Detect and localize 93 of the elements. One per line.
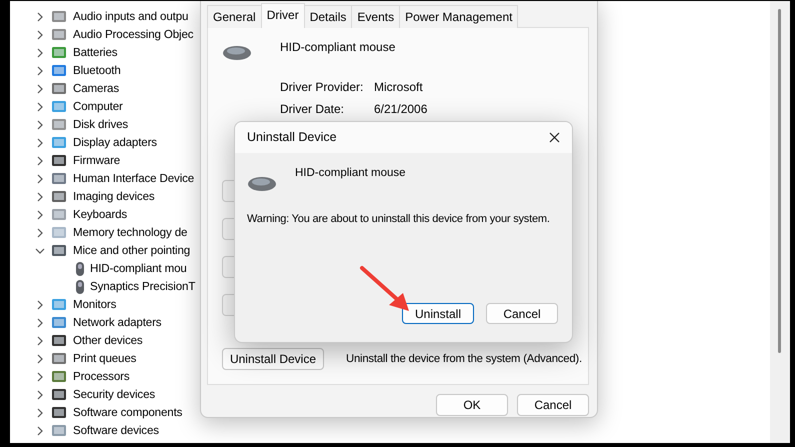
- expand-chevron-icon[interactable]: [35, 120, 45, 130]
- expand-chevron-icon[interactable]: [35, 156, 45, 166]
- tree-item-label[interactable]: Computer: [73, 98, 123, 116]
- tab[interactable]: Details: [304, 5, 352, 28]
- device-category-icon: [50, 135, 68, 151]
- tree-item-label[interactable]: Security devices: [73, 386, 156, 404]
- device-category-icon: [50, 333, 68, 349]
- expand-chevron-icon[interactable]: [35, 300, 45, 310]
- ok-button[interactable]: OK: [436, 394, 508, 416]
- mouse-icon: [75, 261, 85, 277]
- close-icon[interactable]: [549, 132, 560, 143]
- tree-item-label[interactable]: Keyboards: [73, 206, 128, 224]
- tree-item-label[interactable]: Audio Processing Objec: [73, 26, 194, 44]
- dialog-title: Uninstall Device: [247, 129, 337, 146]
- tree-item-label[interactable]: Audio inputs and outpu: [73, 8, 188, 26]
- tree-item-label[interactable]: Imaging devices: [73, 188, 155, 206]
- device-category-icon: [50, 423, 68, 439]
- expand-chevron-icon[interactable]: [35, 12, 45, 22]
- device-category-icon: [50, 45, 68, 61]
- expand-chevron-icon[interactable]: [35, 228, 45, 238]
- mouse-icon: [222, 44, 252, 62]
- device-category-icon: [50, 387, 68, 403]
- expand-chevron-icon[interactable]: [35, 192, 45, 202]
- device-category-icon: [50, 9, 68, 25]
- warning-text: Warning: You are about to uninstall this device from your system.: [247, 212, 550, 227]
- device-category-icon: [50, 405, 68, 421]
- device-category-icon: [50, 189, 68, 205]
- expand-chevron-icon[interactable]: [35, 390, 45, 400]
- tree-item-label[interactable]: Memory technology de: [73, 224, 188, 242]
- expand-chevron-icon[interactable]: [35, 372, 45, 382]
- field-label: Driver Date:: [280, 101, 346, 118]
- tree-item-label[interactable]: Processors: [73, 368, 130, 386]
- device-category-icon: [50, 99, 68, 115]
- expand-chevron-icon[interactable]: [35, 408, 45, 418]
- expand-chevron-icon[interactable]: [35, 174, 45, 184]
- expand-chevron-icon[interactable]: [35, 354, 45, 364]
- mouse-icon: [247, 175, 277, 193]
- device-category-icon: [50, 315, 68, 331]
- tree-item-label[interactable]: Human Interface Device: [73, 170, 194, 188]
- expand-chevron-icon[interactable]: [35, 318, 45, 328]
- expand-chevron-icon[interactable]: [35, 138, 45, 148]
- device-category-icon: [50, 153, 68, 169]
- collapse-chevron-icon[interactable]: [35, 246, 45, 256]
- cancel-button[interactable]: Cancel: [517, 394, 589, 416]
- expand-chevron-icon[interactable]: [35, 84, 45, 94]
- device-category-icon: [50, 27, 68, 43]
- tree-item-label[interactable]: Display adapters: [73, 134, 157, 152]
- field-value: 6/21/2006: [374, 101, 428, 118]
- device-category-icon: [50, 117, 68, 133]
- expand-chevron-icon[interactable]: [35, 426, 45, 436]
- mouse-icon: [75, 279, 85, 295]
- expand-chevron-icon[interactable]: [35, 66, 45, 76]
- tab[interactable]: Power Management: [399, 5, 518, 28]
- device-category-icon: [50, 351, 68, 367]
- tree-item-label[interactable]: Bluetooth: [73, 62, 121, 80]
- tree-item-label[interactable]: Firmware: [73, 152, 120, 170]
- field-value: Microsoft: [374, 79, 423, 96]
- tab[interactable]: Events: [351, 5, 400, 28]
- device-category-icon: [50, 369, 68, 385]
- device-category-icon: [50, 225, 68, 241]
- tree-item-label[interactable]: Print queues: [73, 350, 136, 368]
- tree-item-label[interactable]: HID-compliant mou: [90, 260, 187, 278]
- uninstall-button[interactable]: Uninstall: [402, 303, 474, 324]
- tree-item-label[interactable]: Monitors: [73, 296, 116, 314]
- device-category-icon: [50, 243, 68, 259]
- device-category-icon: [50, 297, 68, 313]
- uninstall-device-button[interactable]: Uninstall Device: [222, 348, 324, 370]
- tree-item-label[interactable]: Software devices: [73, 422, 159, 440]
- tree-item-label[interactable]: Mice and other pointing: [73, 242, 190, 260]
- tree-item-label[interactable]: Network adapters: [73, 314, 162, 332]
- device-category-icon: [50, 63, 68, 79]
- tree-item-label[interactable]: Batteries: [73, 44, 118, 62]
- uninstall-description: Uninstall the device from the system (Advanced).: [346, 352, 582, 367]
- cancel-button[interactable]: Cancel: [486, 303, 558, 324]
- scrollbar[interactable]: [770, 1, 790, 443]
- tab[interactable]: Driver: [260, 3, 305, 28]
- expand-chevron-icon[interactable]: [35, 210, 45, 220]
- tree-item-label[interactable]: Synaptics PrecisionT: [90, 278, 196, 296]
- tree-item-label[interactable]: Other devices: [73, 332, 143, 350]
- expand-chevron-icon[interactable]: [35, 30, 45, 40]
- device-category-icon: [50, 207, 68, 223]
- device-name: HID-compliant mouse: [280, 39, 396, 56]
- device-category-icon: [50, 171, 68, 187]
- tree-item-label[interactable]: Cameras: [73, 80, 119, 98]
- expand-chevron-icon[interactable]: [35, 48, 45, 58]
- field-label: Driver Provider:: [280, 79, 364, 96]
- tree-item-label[interactable]: Software components: [73, 404, 182, 422]
- tree-item-label[interactable]: Disk drives: [73, 116, 128, 134]
- tab[interactable]: General: [207, 5, 262, 28]
- expand-chevron-icon[interactable]: [35, 336, 45, 346]
- device-category-icon: [50, 81, 68, 97]
- expand-chevron-icon[interactable]: [35, 102, 45, 112]
- device-name: HID-compliant mouse: [295, 166, 406, 181]
